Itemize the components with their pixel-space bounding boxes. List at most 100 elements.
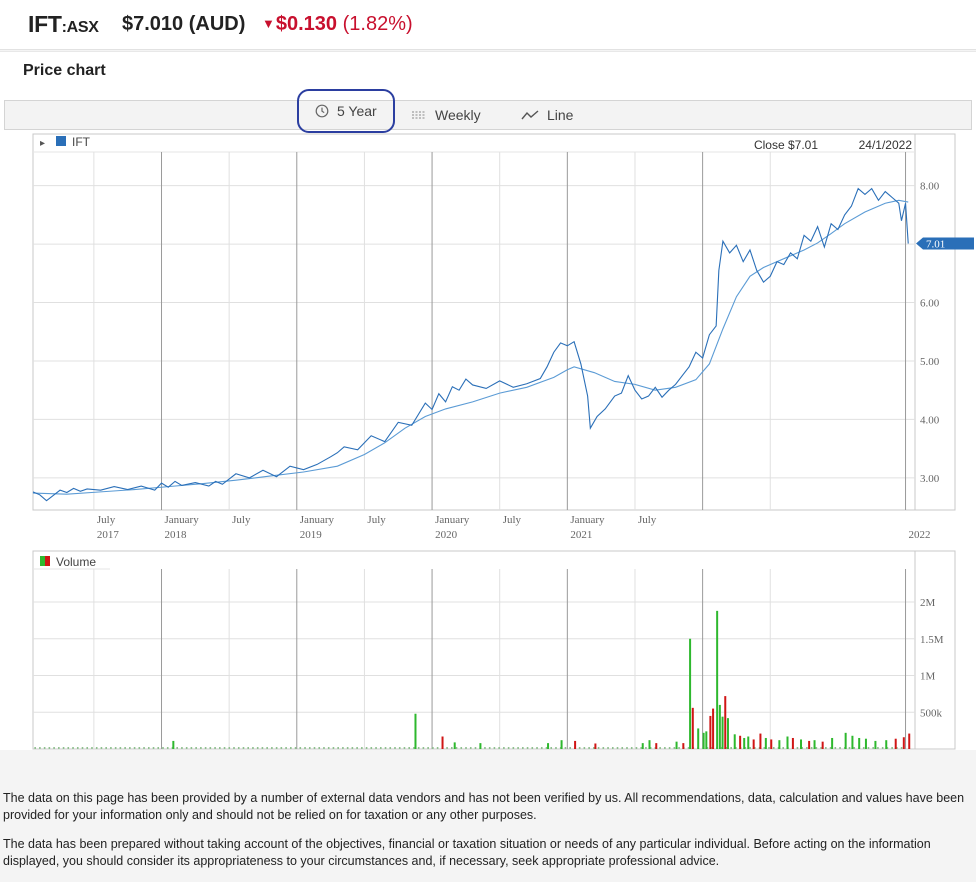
volume-bar: [718, 704, 721, 749]
volume-bar: [808, 740, 811, 749]
volume-bar: [726, 718, 729, 749]
volume-bar: [219, 747, 221, 749]
volume-bar: [522, 747, 524, 749]
volume-bar: [351, 747, 354, 749]
disclaimer: The data on this page has been provided …: [3, 790, 971, 882]
legend-swatch: [56, 136, 66, 146]
volume-bar: [851, 735, 854, 749]
volume-plot-frame: [32, 550, 956, 750]
volume-bar: [764, 737, 767, 749]
volume-bar: [76, 747, 79, 749]
volume-bar: [872, 747, 874, 749]
volume-bar: [403, 747, 406, 749]
volume-bar: [346, 747, 349, 749]
volume-bar: [547, 743, 550, 749]
volume-bar: [498, 747, 500, 749]
price-volume-chart[interactable]: ▸IFTClose $7.0124/1/2022Volume8.007.006.…: [0, 131, 976, 751]
volume-bar: [313, 747, 316, 749]
volume-bar: [332, 747, 335, 749]
volume-bar: [119, 747, 122, 749]
x-tick-year: 2020: [435, 529, 458, 541]
volume-bar: [129, 747, 131, 749]
volume-bar: [479, 743, 482, 749]
volume-bar: [280, 747, 283, 749]
volume-bar: [885, 740, 888, 749]
volume-bar: [791, 737, 794, 749]
volume-bar: [821, 741, 824, 749]
close-price-label: Close $7.01: [754, 138, 818, 152]
volume-bar: [844, 732, 847, 749]
volume-bar: [237, 747, 240, 749]
volume-bar: [831, 737, 834, 749]
volume-bar: [172, 740, 175, 749]
price-plot-frame: [32, 133, 956, 511]
volume-bar: [398, 747, 401, 749]
volume-bar: [365, 747, 368, 749]
chart-type-button[interactable]: Line: [521, 101, 573, 129]
volume-bar: [881, 747, 884, 749]
ticker-symbol: IFT:ASX: [28, 11, 99, 38]
volume-bar: [147, 747, 150, 749]
interval-selector-button[interactable]: Weekly: [411, 101, 481, 129]
volume-bar: [484, 747, 486, 749]
volume-bar: [379, 747, 382, 749]
volume-y-tick: 500k: [920, 707, 943, 719]
volume-bar: [242, 747, 245, 749]
exchange-code: :ASX: [61, 19, 99, 36]
volume-bar: [62, 747, 65, 749]
volume-bar: [800, 739, 803, 749]
volume-bar: [512, 747, 515, 749]
x-tick-month: July: [367, 514, 386, 526]
volume-bar: [256, 747, 259, 749]
volume-swatch-down: [45, 556, 50, 566]
volume-bar: [185, 747, 188, 749]
x-tick-month: January: [435, 514, 470, 526]
volume-y-tick: 1M: [920, 671, 936, 683]
volume-bar: [275, 747, 278, 749]
volume-bar: [743, 737, 746, 749]
volume-bar: [689, 638, 692, 749]
volume-bar: [555, 747, 557, 749]
volume-bar: [526, 747, 529, 749]
volume-bar: [749, 747, 751, 749]
volume-bar: [285, 747, 287, 749]
x-tick-year: 2021: [570, 529, 592, 541]
volume-bar: [724, 696, 727, 749]
range-selector-button[interactable]: 5 Year: [297, 89, 395, 133]
down-arrow-icon: ▼: [262, 16, 275, 31]
volume-bar: [190, 747, 193, 749]
volume-bar: [705, 731, 708, 749]
clock-icon: [315, 104, 329, 118]
volume-bar: [815, 747, 818, 749]
volume-bar: [536, 747, 538, 749]
volume-bar: [825, 747, 827, 749]
legend-expand-icon: ▸: [40, 138, 45, 149]
disclaimer-paragraph: The data on this page has been provided …: [3, 791, 965, 822]
volume-bar: [747, 736, 750, 749]
volume-bar: [858, 737, 861, 749]
volume-bar: [806, 747, 808, 749]
last-price: $7.010 (AUD): [122, 13, 246, 35]
volume-bar: [560, 740, 563, 749]
disclaimer-paragraph: The data has been prepared without takin…: [3, 837, 931, 868]
volume-bar: [691, 707, 694, 749]
volume-bar: [166, 747, 169, 749]
volume-bar: [588, 747, 590, 749]
volume-bar: [786, 736, 789, 749]
volume-bar: [853, 747, 856, 749]
price-y-tick: 4.00: [920, 414, 940, 426]
price-change: ▼$0.130 (1.82%): [262, 13, 413, 36]
volume-bar: [697, 728, 700, 749]
volume-bar: [597, 747, 600, 749]
volume-bar: [891, 747, 893, 749]
volume-bar: [782, 747, 785, 749]
volume-bar: [252, 747, 254, 749]
chart-toolbar: 5 Year Weekly Line: [4, 89, 972, 133]
volume-bar: [152, 747, 155, 749]
volume-title: Volume: [56, 555, 96, 569]
volume-bar: [721, 716, 724, 749]
change-value: $0.130: [275, 13, 338, 35]
volume-bar: [908, 733, 911, 749]
volume-bar: [668, 747, 671, 749]
volume-bar: [181, 747, 183, 749]
